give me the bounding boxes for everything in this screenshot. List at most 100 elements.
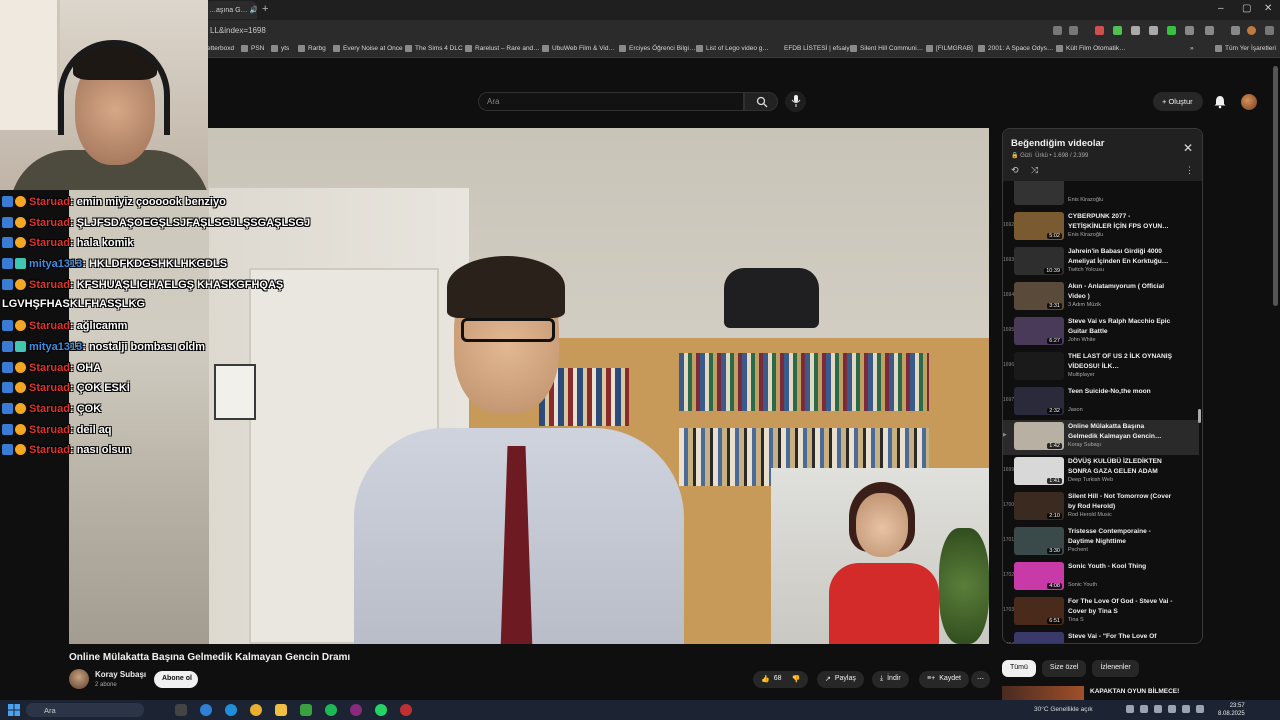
bookmark[interactable]: Every Noise at Once <box>333 45 403 52</box>
bookmark[interactable]: Rarelust – Rare and… <box>465 45 540 52</box>
extensions-icon[interactable] <box>1231 26 1240 35</box>
chat-username[interactable]: Staruad <box>29 444 70 456</box>
playlist-item[interactable]: 1696 THE LAST OF US 2 İLK OYNANIŞ VİDEOSU… <box>1003 350 1199 385</box>
chat-username[interactable]: Staruad <box>29 362 70 374</box>
bookmark[interactable]: List of Lego video g… <box>696 45 769 52</box>
bookmark[interactable]: etterboxd <box>207 45 234 52</box>
close-playlist-icon[interactable]: ✕ <box>1183 141 1193 155</box>
playlist-menu-icon[interactable]: ⋮ <box>1185 165 1194 176</box>
chat-username[interactable]: Staruad <box>29 382 70 394</box>
playlist-item[interactable]: 1695 6:27 Steve Vai vs Ralph Macchio Epic … <box>1003 315 1199 350</box>
bookmark[interactable]: PSN <box>241 45 264 52</box>
extension-icon[interactable] <box>1205 26 1214 35</box>
taskbar-search[interactable]: Ara <box>26 703 144 717</box>
bookmark[interactable]: Rarbg <box>298 45 326 52</box>
channel-avatar[interactable] <box>69 669 89 689</box>
chat-username[interactable]: mitya1313 <box>29 258 82 270</box>
thumbs-down-icon[interactable]: 👎 <box>792 675 801 688</box>
app-icon[interactable] <box>350 704 362 716</box>
extension-icon[interactable] <box>1131 26 1140 35</box>
playlist-item[interactable]: Enis Kirazoğlu <box>1003 181 1199 210</box>
more-actions-button[interactable]: ⋯ <box>971 671 990 688</box>
bookmark[interactable]: The Sims 4 DLC <box>405 45 463 52</box>
maximize-icon[interactable]: ▢ <box>1242 3 1251 14</box>
page-scrollbar[interactable] <box>1273 66 1278 306</box>
playlist-item[interactable]: 1697 2:32 Teen Suicide-No,the moon Jason <box>1003 385 1199 420</box>
shuffle-icon[interactable]: ⤨ <box>1031 165 1038 176</box>
browser-tab[interactable]: …aşına G… 🔊 ✕ <box>205 1 257 19</box>
obs-icon[interactable] <box>400 704 412 716</box>
extension-icon[interactable] <box>1095 26 1104 35</box>
bookmark[interactable]: Kült Film Otomatik… <box>1056 45 1126 52</box>
address-text[interactable]: LL&index=1698 <box>210 26 266 35</box>
volume-icon[interactable] <box>1182 705 1190 713</box>
search-input[interactable]: Ara <box>478 92 744 111</box>
extension-icon[interactable] <box>1149 26 1158 35</box>
chat-username[interactable]: Staruad <box>29 196 70 208</box>
playlist-item[interactable]: 17049:39 Steve Vai - "For The Love Of God… <box>1003 630 1199 643</box>
profile-icon[interactable] <box>1247 26 1256 35</box>
playlist-item[interactable]: 1692 5:02 CYBERPUNK 2077 - YETİŞKİNLER İÇİ… <box>1003 210 1199 245</box>
playlist-item[interactable]: 1703 6:51 For The Love Of God - Steve Vai … <box>1003 595 1199 630</box>
file-explorer-icon[interactable] <box>275 704 287 716</box>
address-bar[interactable]: LL&index=1698 <box>205 20 1280 42</box>
playlist-item[interactable]: 1694 3:31 Akın - Anlatamıyorum ( Official … <box>1003 280 1199 315</box>
chat-username[interactable]: Staruad <box>29 237 70 249</box>
playlist-item[interactable]: 1693 10:39 Jahrein'in Babası Girdiği 4000 … <box>1003 245 1199 280</box>
chip-all[interactable]: Tümü <box>1002 660 1036 677</box>
minimize-icon[interactable]: – <box>1218 3 1224 14</box>
battery-icon[interactable] <box>1196 705 1204 713</box>
bookmark[interactable]: UbuWeb Film & Vid… <box>542 45 615 52</box>
chip-for-you[interactable]: Size özel <box>1041 660 1087 677</box>
task-view-icon[interactable] <box>175 704 187 716</box>
like-button[interactable]: 👍 68 👎 <box>753 671 809 688</box>
extension-icon[interactable] <box>1185 26 1194 35</box>
bookmark[interactable]: [FILMGRAB] <box>926 45 973 52</box>
tray-chevron-icon[interactable] <box>1126 705 1134 713</box>
share-button[interactable]: ↗ Paylaş <box>817 671 864 688</box>
windows-start-icon[interactable] <box>8 704 20 716</box>
bookmark[interactable]: yts <box>271 45 289 52</box>
copilot-icon[interactable] <box>200 704 212 716</box>
close-window-icon[interactable]: ✕ <box>1264 3 1272 14</box>
playlist-item[interactable]: 1700 2:10 Silent Hill - Not Tomorrow (Cove… <box>1003 490 1199 525</box>
save-button[interactable]: ≡+ Kaydet <box>919 671 969 688</box>
taskbar-clock[interactable]: 23:57 8.08.2025 <box>1218 702 1245 718</box>
chat-username[interactable]: Staruad <box>29 424 70 436</box>
notifications-bell-icon[interactable] <box>1213 95 1227 109</box>
tray-icon[interactable] <box>1154 705 1162 713</box>
recommended-video[interactable]: KAPAKTAN OYUN BİLMECE! <box>1002 686 1203 700</box>
more-bookmarks-icon[interactable]: » <box>1190 45 1194 52</box>
weather-widget[interactable]: 30°C Genellikle açık <box>1034 706 1093 713</box>
extension-icon[interactable] <box>1113 26 1122 35</box>
chat-username[interactable]: Staruad <box>29 217 70 229</box>
extension-icon[interactable] <box>1167 26 1176 35</box>
channel-name[interactable]: Koray Subaşı <box>95 670 146 679</box>
playlist-scrollbar[interactable] <box>1198 409 1201 423</box>
edge-icon[interactable] <box>225 704 237 716</box>
playlist-title[interactable]: Beğendiğim videolar <box>1011 138 1104 149</box>
bookmark[interactable]: 2001: A Space Odys… <box>978 45 1053 52</box>
bookmark[interactable]: Silent Hill Communi… <box>850 45 923 52</box>
playlist-list[interactable]: Enis Kirazoğlu 1692 5:02 CYBERPUNK 2077 - Y… <box>1003 181 1202 643</box>
chrome-icon[interactable] <box>250 704 262 716</box>
search-button[interactable] <box>744 92 778 111</box>
whatsapp-icon[interactable] <box>375 704 387 716</box>
download-button[interactable]: ⤓ İndir <box>872 671 909 688</box>
playlist-item[interactable]: ▶ 1:42 Online Mülakatta Başına Gelmedik Ka… <box>1003 420 1199 455</box>
create-button[interactable]: + Oluştur <box>1153 92 1203 111</box>
chat-username[interactable]: Staruad <box>29 403 70 415</box>
install-icon[interactable] <box>1053 26 1062 35</box>
playlist-item[interactable]: 1702 4:08 Sonic Youth - Kool Thing Sonic Yo… <box>1003 560 1199 595</box>
chat-username[interactable]: Staruad <box>29 279 70 291</box>
loop-icon[interactable]: ⟲ <box>1011 165 1019 176</box>
chip-watched[interactable]: İzlenenler <box>1092 660 1139 677</box>
wifi-icon[interactable] <box>1168 705 1176 713</box>
menu-icon[interactable] <box>1265 26 1274 35</box>
chat-username[interactable]: mitya1313 <box>29 341 82 353</box>
tray-icon[interactable] <box>1140 705 1148 713</box>
star-icon[interactable] <box>1069 26 1078 35</box>
subscribe-button[interactable]: Abone ol <box>154 671 198 688</box>
bookmark[interactable]: EFDB LİSTESİ | efsaiy… <box>784 45 856 52</box>
new-tab-icon[interactable]: + <box>262 3 268 15</box>
